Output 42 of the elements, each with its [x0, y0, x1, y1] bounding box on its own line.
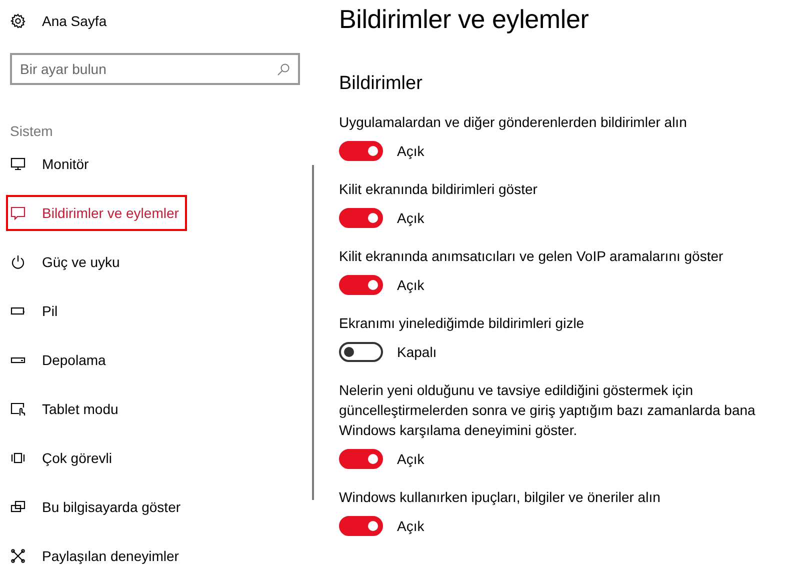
scrollbar[interactable]	[312, 165, 314, 500]
toggle-switch[interactable]	[339, 516, 383, 536]
tablet-icon	[10, 401, 26, 417]
sidebar-item[interactable]: Paylaşılan deneyimler	[6, 538, 187, 574]
sidebar-item[interactable]: Bu bilgisayarda göster	[6, 489, 189, 525]
sidebar-item[interactable]: Çok görevli	[6, 440, 120, 476]
setting-label: Windows kullanırken ipuçları, bilgiler ve öneriler alın	[339, 488, 662, 507]
power-icon	[10, 254, 26, 270]
setting-label: Ekranımı yinelediğimde bildirimleri gizle	[339, 314, 586, 333]
setting-label: Kilit ekranında anımsatıcıları ve gelen VoIP aramalarını göster	[339, 247, 724, 266]
toggle-state: Açık	[397, 210, 424, 226]
multitask-icon	[10, 450, 26, 466]
toggle-state: Açık	[397, 518, 424, 534]
monitor-icon	[10, 156, 26, 172]
settings-icon	[10, 13, 26, 29]
sidebar-item[interactable]: Monitör	[6, 146, 97, 182]
setting-label: Uygulamalardan ve diğer gönderenlerden bildirimler alın	[339, 113, 688, 132]
sidebar-item[interactable]: Pil	[6, 293, 66, 329]
toggle-switch[interactable]	[339, 208, 383, 228]
setting-label: Nelerin yeni olduğunu ve tavsiye edildiğini göstermek için güncelleştirmelerden sonra ve giriş yaptığım bazı zamanlarda bana Windows karşılama deneyimini göster.	[339, 381, 756, 440]
sidebar-item[interactable]: Güç ve uyku	[6, 244, 128, 280]
sidebar-item[interactable]: Tablet modu	[6, 391, 126, 427]
toggle-switch[interactable]	[339, 275, 383, 295]
toggle-switch[interactable]	[339, 342, 383, 362]
share-icon	[10, 548, 26, 564]
sidebar-item[interactable]: Depolama	[6, 342, 114, 378]
project-screen-icon	[10, 499, 26, 515]
toggle-switch[interactable]	[339, 141, 383, 161]
page-title: Bildirimler ve eylemler	[339, 4, 590, 36]
toggle-state: Açık	[397, 277, 424, 293]
speech-bubble-icon	[10, 205, 26, 221]
home-link[interactable]: Ana Sayfa	[42, 13, 107, 29]
sidebar-item[interactable]: Bildirimler ve eylemler	[6, 195, 187, 231]
search-icon	[277, 63, 290, 76]
toggle-switch[interactable]	[339, 449, 383, 469]
toggle-state: Kapalı	[397, 344, 437, 360]
search-field[interactable]: Bir ayar bulun	[10, 53, 300, 85]
setting-label: Kilit ekranında bildirimleri göster	[339, 180, 538, 199]
section-label: Sistem	[10, 123, 54, 141]
section-heading: Bildirimler	[339, 73, 424, 95]
toggle-state: Açık	[397, 143, 424, 159]
toggle-state: Açık	[397, 451, 424, 467]
